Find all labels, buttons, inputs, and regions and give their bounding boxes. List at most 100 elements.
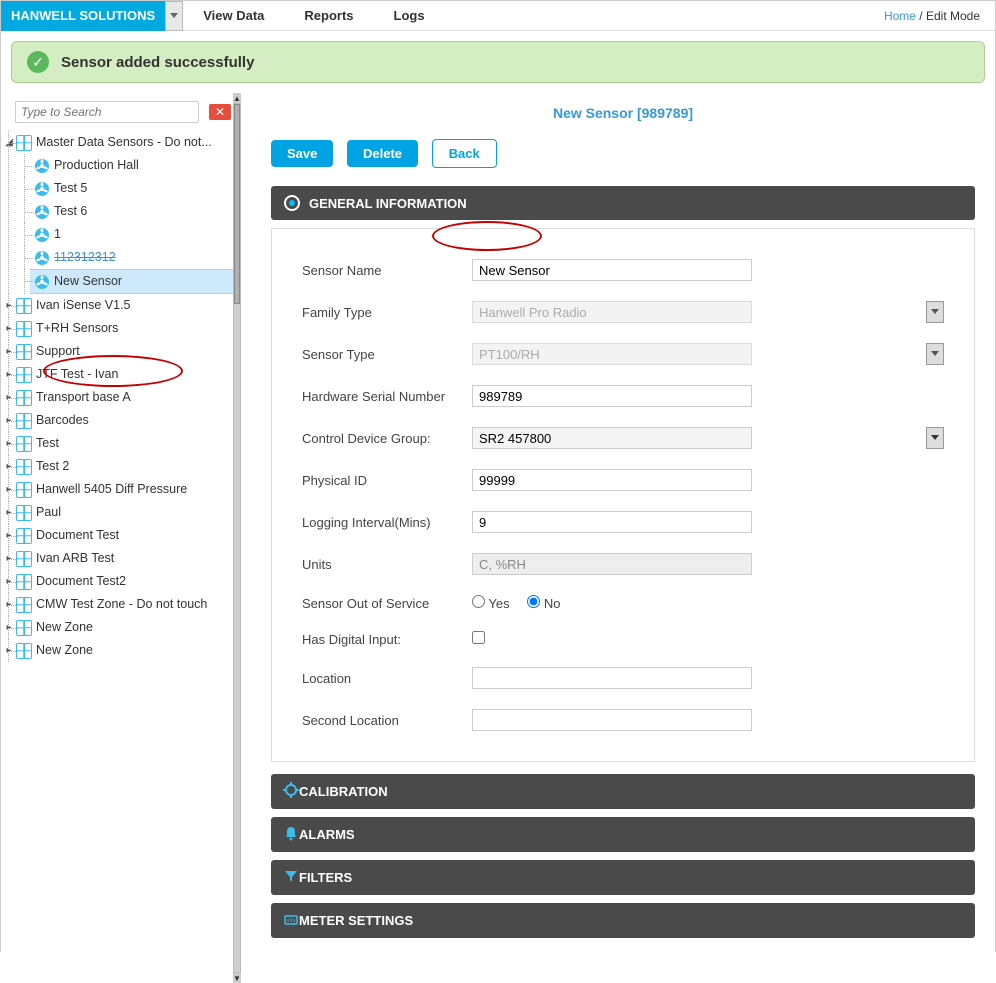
expander-icon[interactable]: ◢	[4, 131, 14, 154]
menu-reports[interactable]: Reports	[284, 8, 373, 23]
tree-node-sensor[interactable]: New Sensor	[30, 269, 236, 294]
expander-icon[interactable]: ▸	[4, 547, 14, 570]
expander-icon[interactable]: ▸	[4, 570, 14, 593]
tree-node-group[interactable]: ▸Barcodes	[18, 409, 236, 432]
tree-node-sensor[interactable]: Test 5	[34, 177, 236, 200]
grid-icon	[16, 298, 32, 314]
sidebar-scrollbar[interactable]: ▲ ▼	[233, 93, 241, 963]
input-phys-id[interactable]	[472, 469, 752, 491]
label-oos: Sensor Out of Service	[302, 596, 472, 611]
tree-node-group[interactable]: ▸Ivan iSense V1.5	[18, 294, 236, 317]
top-menu-bar: HANWELL SOLUTIONS View Data Reports Logs…	[1, 1, 995, 31]
label-oos-yes: Yes	[488, 596, 509, 611]
expander-icon[interactable]: ▸	[4, 363, 14, 386]
sidebar: ✕ ◢ Master Data Sensors - Do not... Prod…	[1, 93, 241, 963]
main-panel: New Sensor [989789] Save Delete Back GEN…	[241, 93, 995, 963]
tree-label: New Zone	[36, 616, 93, 639]
tree-node-group[interactable]: ▸Paul	[18, 501, 236, 524]
tree-node-master[interactable]: ◢ Master Data Sensors - Do not...	[18, 131, 236, 154]
label-digital: Has Digital Input:	[302, 632, 472, 647]
menu-logs[interactable]: Logs	[374, 8, 445, 23]
tree-label: Support	[36, 340, 80, 363]
tree-node-sensor[interactable]: 1	[34, 223, 236, 246]
input-hw-serial[interactable]	[472, 385, 752, 407]
expander-icon[interactable]: ▸	[4, 639, 14, 662]
delete-button[interactable]: Delete	[347, 140, 418, 167]
grid-icon	[16, 482, 32, 498]
tree-label: Hanwell 5405 Diff Pressure	[36, 478, 187, 501]
search-input[interactable]	[15, 101, 199, 123]
section-alarms[interactable]: ALARMS	[271, 817, 975, 852]
expander-icon[interactable]: ▸	[4, 340, 14, 363]
expander-icon[interactable]: ▸	[4, 432, 14, 455]
section-meter[interactable]: METER SETTINGS	[271, 903, 975, 938]
tree-node-group[interactable]: ▸Test 2	[18, 455, 236, 478]
checkbox-digital[interactable]	[472, 631, 485, 644]
tree-label: Barcodes	[36, 409, 89, 432]
radio-oos-yes[interactable]	[472, 595, 485, 608]
section-filters[interactable]: FILTERS	[271, 860, 975, 895]
tree-node-group[interactable]: ▸New Zone	[18, 639, 236, 662]
input-location[interactable]	[472, 667, 752, 689]
grid-icon	[16, 344, 32, 360]
select-cdg[interactable]: SR2 457800	[472, 427, 752, 449]
tree-node-group[interactable]: ▸T+RH Sensors	[18, 317, 236, 340]
expander-icon[interactable]: ▸	[4, 455, 14, 478]
expander-icon[interactable]: ▸	[4, 409, 14, 432]
tree-node-group[interactable]: ▸Support	[18, 340, 236, 363]
expander-icon[interactable]: ▸	[4, 386, 14, 409]
expander-icon[interactable]: ▸	[4, 294, 14, 317]
label-location2: Second Location	[302, 713, 472, 728]
tree-node-group[interactable]: ▸Transport base A	[18, 386, 236, 409]
expander-icon[interactable]: ▸	[4, 501, 14, 524]
grid-icon	[16, 459, 32, 475]
scroll-down-icon[interactable]: ▼	[233, 973, 241, 983]
grid-icon	[16, 643, 32, 659]
breadcrumb: Home / Edit Mode	[884, 9, 995, 23]
tree-label: 112312312	[54, 246, 116, 269]
back-button[interactable]: Back	[432, 139, 497, 168]
expander-icon[interactable]: ▸	[4, 524, 14, 547]
input-location2[interactable]	[472, 709, 752, 731]
grid-icon	[16, 390, 32, 406]
expander-icon[interactable]: ▸	[4, 317, 14, 340]
label-cdg: Control Device Group:	[302, 431, 472, 446]
brand-dropdown-toggle[interactable]	[165, 1, 183, 31]
expander-icon[interactable]: ▸	[4, 616, 14, 639]
tree-node-sensor[interactable]: Production Hall	[34, 154, 236, 177]
breadcrumb-home[interactable]: Home	[884, 9, 916, 23]
section-alarms-title: ALARMS	[299, 827, 355, 842]
tree-node-group[interactable]: ▸Test	[18, 432, 236, 455]
tree-node-sensor[interactable]: Test 6	[34, 200, 236, 223]
label-sensor-name: Sensor Name	[302, 263, 472, 278]
tree-label: T+RH Sensors	[36, 317, 118, 340]
tree-label: Paul	[36, 501, 61, 524]
label-sensor-type: Sensor Type	[302, 347, 472, 362]
tree-label: Document Test2	[36, 570, 126, 593]
tree-node-sensor[interactable]: 112312312	[34, 246, 236, 269]
tree-node-group[interactable]: ▸JTF Test - Ivan	[18, 363, 236, 386]
expander-icon[interactable]: ▸	[4, 593, 14, 616]
tree-node-group[interactable]: ▸New Zone	[18, 616, 236, 639]
grid-icon	[16, 505, 32, 521]
chevron-down-icon[interactable]	[926, 427, 944, 449]
radio-oos-no[interactable]	[527, 595, 540, 608]
section-general-header[interactable]: GENERAL INFORMATION	[271, 186, 975, 220]
grid-icon	[16, 528, 32, 544]
scroll-up-icon[interactable]: ▲	[233, 93, 241, 103]
tree-node-group[interactable]: ▸CMW Test Zone - Do not touch	[18, 593, 236, 616]
tree-node-group[interactable]: ▸Document Test2	[18, 570, 236, 593]
section-calibration[interactable]: CALIBRATION	[271, 774, 975, 809]
save-button[interactable]: Save	[271, 140, 333, 167]
label-oos-no: No	[544, 596, 561, 611]
tree-node-group[interactable]: ▸Ivan ARB Test	[18, 547, 236, 570]
tree-node-group[interactable]: ▸Document Test	[18, 524, 236, 547]
expander-icon[interactable]: ▸	[4, 478, 14, 501]
search-clear-button[interactable]: ✕	[209, 104, 231, 120]
menu-view-data[interactable]: View Data	[183, 8, 284, 23]
input-sensor-name[interactable]	[472, 259, 752, 281]
input-interval[interactable]	[472, 511, 752, 533]
success-check-icon: ✓	[27, 51, 49, 73]
tree-node-group[interactable]: ▸Hanwell 5405 Diff Pressure	[18, 478, 236, 501]
brand-button[interactable]: HANWELL SOLUTIONS	[1, 1, 165, 31]
